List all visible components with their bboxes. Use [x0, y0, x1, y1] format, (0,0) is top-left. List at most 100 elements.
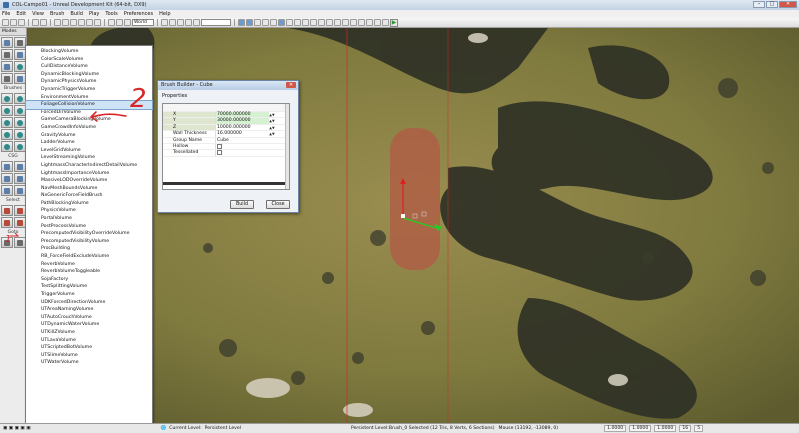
build-all-icon[interactable]	[193, 19, 200, 26]
volume-list-item[interactable]: TestSplittingVolume	[26, 283, 152, 291]
spinner-icon[interactable]: ▲▼	[269, 131, 275, 136]
volume-list-item[interactable]: GameCrowdInfoVolume	[26, 124, 152, 132]
terrain-icon[interactable]	[350, 19, 357, 26]
menu-help[interactable]: Help	[159, 11, 170, 17]
menu-preferences[interactable]: Preferences	[124, 11, 153, 17]
menu-tools[interactable]: Tools	[105, 11, 117, 17]
volume-list-item[interactable]: ColorScaleVolume	[26, 56, 152, 64]
lighting-icon[interactable]	[169, 19, 176, 26]
volume-list-item[interactable]: UTDynamicWaterVolume	[26, 321, 152, 329]
volume-list-item[interactable]: PostProcessVolume	[26, 223, 152, 231]
volume-list-item[interactable]: LightmassCharacterIndirectDetailVolume	[26, 162, 152, 170]
dialog-close-icon[interactable]: ✕	[286, 82, 296, 88]
redo-icon[interactable]	[40, 19, 47, 26]
spinner-icon[interactable]: ▲▼	[269, 118, 275, 123]
coordinate-system-select[interactable]: World	[132, 19, 154, 26]
volume-list-item[interactable]: UTAutoCrouchVolume	[26, 314, 152, 322]
lighting-quality-select[interactable]	[201, 19, 231, 26]
menu-edit[interactable]: Edit	[16, 11, 26, 17]
search-icon[interactable]	[54, 19, 61, 26]
browser-icon[interactable]	[62, 19, 69, 26]
volume-list-item[interactable]: UTKillZVolume	[26, 329, 152, 337]
volume-list-item[interactable]: MassiveLODOverrideVolume	[26, 177, 152, 185]
volume-list-item[interactable]: NxGenericForceFieldBrush	[26, 192, 152, 200]
zoom-value[interactable]: 5	[694, 425, 704, 432]
properties-scrollbar[interactable]	[285, 104, 289, 189]
camera-icon[interactable]	[254, 19, 261, 26]
volume-list-item[interactable]: UTAreaNamingVolume	[26, 306, 152, 314]
volumetric-brush-button[interactable]	[1, 141, 13, 152]
volume-list-item[interactable]: PrecomputedVisibilityOverrideVolume	[26, 230, 152, 238]
kismet-icon[interactable]	[70, 19, 77, 26]
volume-list-item[interactable]: EnvironmentVolume	[26, 94, 152, 102]
volume-list-item[interactable]: RB_ForceFieldExcludeVolume	[26, 253, 152, 261]
cube-brush-button[interactable]	[1, 93, 13, 104]
volume-class-list[interactable]: BlockingVolume ColorScaleVolume CullDistan…	[25, 45, 153, 429]
save-icon[interactable]	[18, 19, 25, 26]
volume-list-item[interactable]: GravityVolume	[26, 132, 152, 140]
build-button[interactable]: Build	[230, 200, 254, 209]
tessellated-checkbox[interactable]	[217, 150, 222, 156]
play-in-editor-icon[interactable]: ▶	[390, 18, 398, 27]
property-value[interactable]: 10000.000000	[215, 124, 269, 131]
volume-list-item[interactable]: UTScriptedBotVolume	[26, 344, 152, 352]
menu-build[interactable]: Build	[70, 11, 83, 17]
hollow-checkbox[interactable]	[217, 143, 222, 149]
volume-list-item[interactable]: GameCameraBlockingVolume	[26, 116, 152, 124]
scale-grid-value[interactable]: 1.0000	[654, 425, 677, 432]
curved-stair-button[interactable]	[1, 105, 13, 116]
volume-list-item[interactable]: UTWaterVolume	[26, 359, 152, 367]
brush-icon[interactable]	[342, 19, 349, 26]
mesh-paint-button[interactable]	[1, 61, 13, 72]
property-value[interactable]: 70000.000000	[215, 112, 269, 118]
volume-list-item[interactable]: PhysicsVolume	[26, 207, 152, 215]
drag-grid-icon[interactable]	[108, 19, 115, 26]
menu-file[interactable]: File	[2, 11, 10, 17]
volume-list-item[interactable]: UTSlimeVolume	[26, 352, 152, 360]
volume-list-item[interactable]: BlockingVolume	[26, 48, 152, 56]
cube-icon[interactable]	[358, 19, 365, 26]
camera-mode-button[interactable]	[1, 37, 13, 48]
lit-icon[interactable]	[302, 19, 309, 26]
show-selected-button[interactable]	[1, 205, 13, 216]
minimize-button[interactable]: –	[753, 1, 765, 8]
csg-add-button[interactable]	[1, 161, 13, 172]
volume-list-item[interactable]: UTLavaVolume	[26, 337, 152, 345]
rotate-icon[interactable]	[116, 19, 123, 26]
volume-list-item[interactable]: SojaFactory	[26, 276, 152, 284]
invert-selection-button[interactable]	[1, 217, 13, 228]
volume-list-item[interactable]: UDKForcedDirectionVolume	[26, 299, 152, 307]
property-row-tessellated[interactable]: Tessellated	[163, 150, 289, 157]
collision-icon[interactable]	[318, 19, 325, 26]
rebuild-icon[interactable]	[161, 19, 168, 26]
game-view-icon[interactable]	[246, 19, 253, 26]
spinner-icon[interactable]: ▲▼	[269, 125, 275, 130]
volume-list-item[interactable]: DynamicTriggerVolume	[26, 86, 152, 94]
goto-actor-button[interactable]	[1, 237, 13, 248]
volume-list-item[interactable]: PortalVolume	[26, 215, 152, 223]
property-value[interactable]: Cube	[215, 137, 269, 143]
spinner-icon[interactable]: ▲▼	[269, 112, 275, 117]
grid-snap-value[interactable]: 16	[679, 425, 692, 432]
volume-list-item[interactable]: ReverbVolumeToggleable	[26, 268, 152, 276]
grid-icon[interactable]	[278, 19, 285, 26]
scale-icon[interactable]	[124, 19, 131, 26]
console-icon[interactable]	[374, 19, 381, 26]
rotation-grid-value[interactable]: 1.0000	[629, 425, 652, 432]
volume-list-item[interactable]: TriggerVolume	[26, 291, 152, 299]
spiral-stair-button[interactable]	[1, 129, 13, 140]
viewport-icon[interactable]	[262, 19, 269, 26]
matinee-icon[interactable]	[78, 19, 85, 26]
maximize-button[interactable]: □	[766, 1, 778, 8]
cover-icon[interactable]	[185, 19, 192, 26]
snap-icon[interactable]	[286, 19, 293, 26]
volume-list-item[interactable]: ProcBuilding	[26, 245, 152, 253]
volume-list-item[interactable]: DynamicBlockingVolume	[26, 71, 152, 79]
volume-list-item[interactable]: LevelStreamingVolume	[26, 154, 152, 162]
volume-list-item[interactable]: ForcedDirVolume	[26, 109, 152, 117]
volume-list-item[interactable]: FoliageCollisionVolume	[25, 100, 153, 110]
current-level-name[interactable]: Persistent Level	[205, 426, 241, 431]
property-value[interactable]: 16.000000	[215, 131, 269, 137]
drag-grid-value[interactable]: 1.0000	[604, 425, 627, 432]
pc-icon[interactable]	[382, 19, 389, 26]
